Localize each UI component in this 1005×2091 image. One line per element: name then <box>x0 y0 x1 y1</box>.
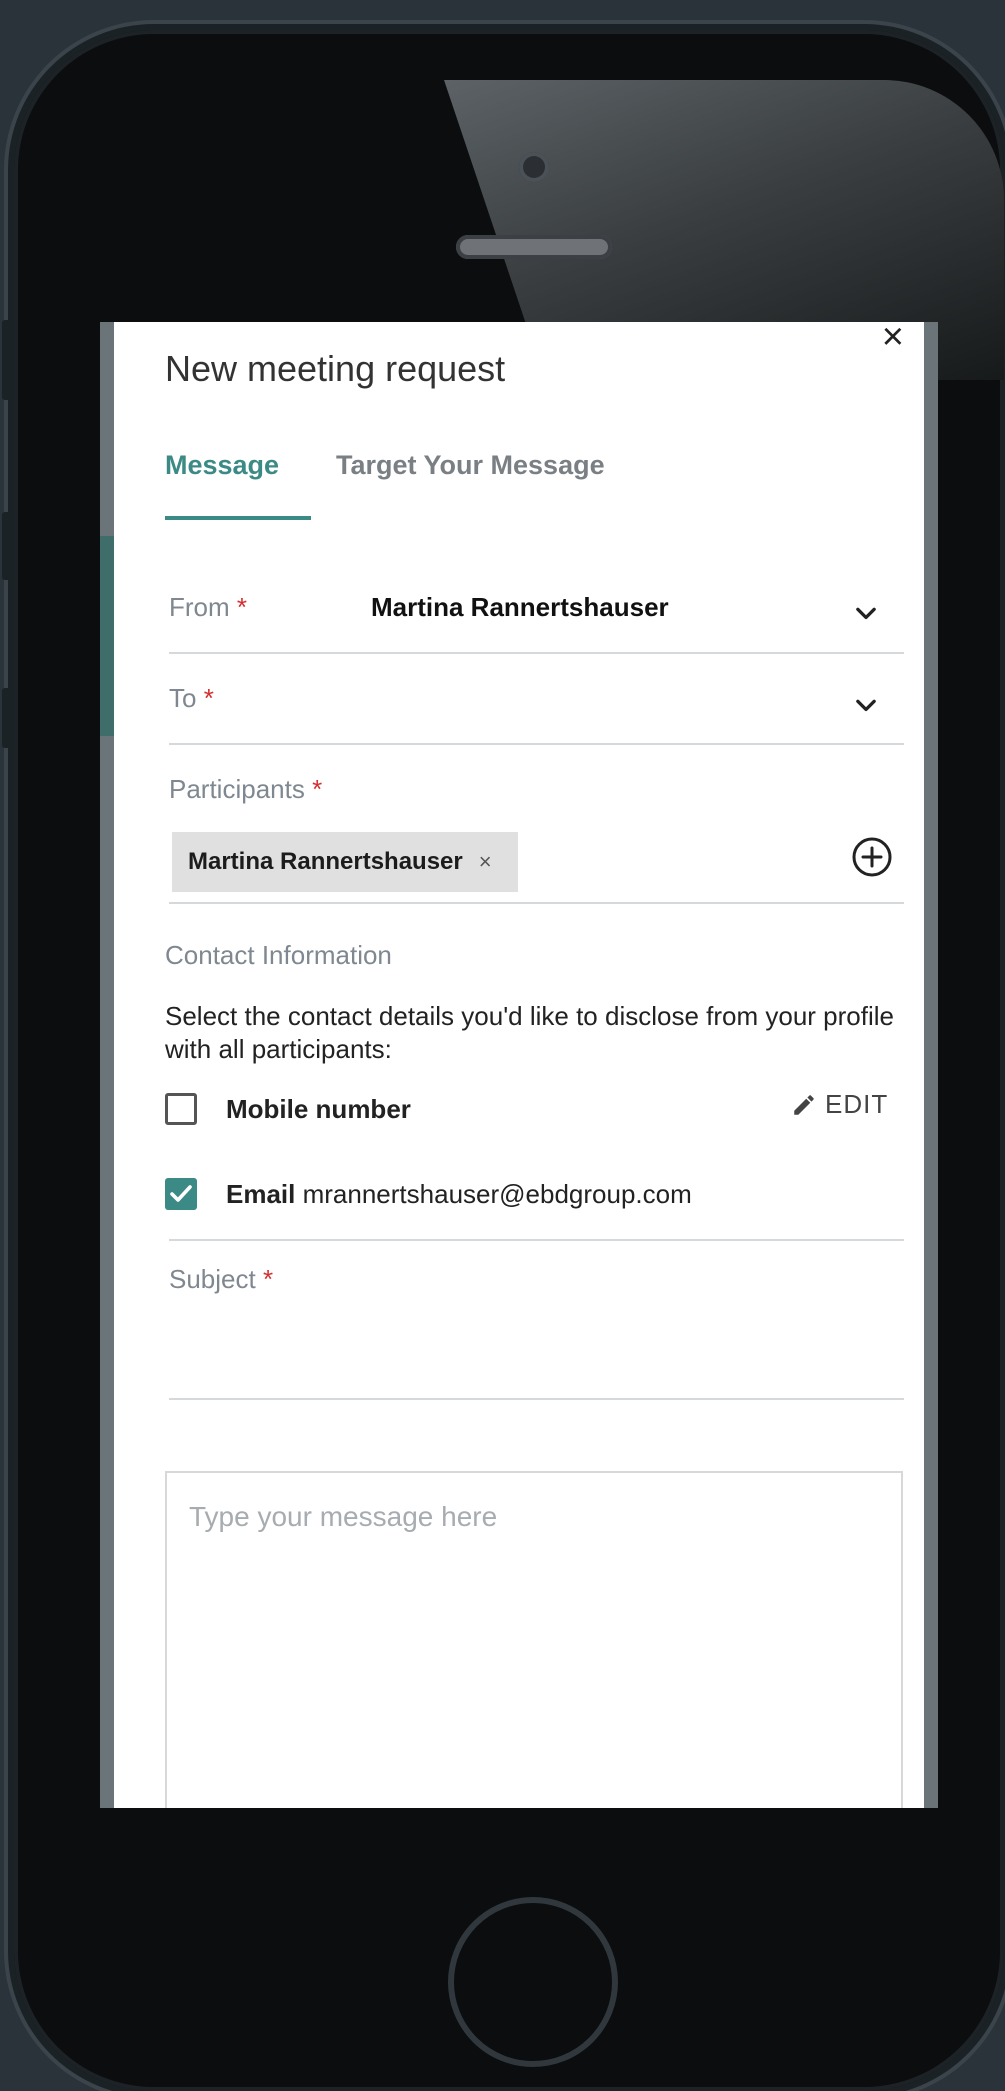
required-mark: * <box>262 1264 274 1294</box>
mobile-label-text: Mobile number <box>226 1094 411 1124</box>
add-participant-icon[interactable] <box>850 835 894 879</box>
tab-target-your-message[interactable]: Target Your Message <box>336 450 605 481</box>
front-camera <box>519 152 549 182</box>
email-label: Email mrannertshauser@ebdgroup.com <box>226 1179 692 1210</box>
required-mark: * <box>236 592 248 622</box>
contact-section-title: Contact Information <box>165 940 392 970</box>
edit-label: EDIT <box>825 1089 889 1119</box>
mobile-checkbox[interactable] <box>165 1093 197 1125</box>
subject-divider <box>169 1398 904 1400</box>
edit-button[interactable]: EDIT <box>791 1089 888 1120</box>
chip-label: Martina Rannertshauser <box>188 848 463 875</box>
chip-remove-button[interactable]: × <box>479 849 492 875</box>
volume-down-button <box>2 688 14 748</box>
earpiece-speaker <box>456 235 612 259</box>
participants-divider <box>169 902 904 904</box>
app-screen: × New meeting request Message Target You… <box>100 322 938 1808</box>
background-edge-right <box>924 322 938 1808</box>
home-button[interactable] <box>448 1897 618 2067</box>
subject-label-text: Subject <box>169 1264 256 1294</box>
from-label-text: From <box>169 592 230 622</box>
subject-input[interactable] <box>169 1302 908 1354</box>
participant-chip: Martina Rannertshauser × <box>172 832 518 892</box>
mobile-label: Mobile number <box>226 1094 411 1125</box>
to-divider <box>169 743 904 745</box>
participants-label-text: Participants <box>169 774 305 804</box>
participants-label: Participants * <box>169 774 322 805</box>
to-label-text: To <box>169 683 197 713</box>
pencil-icon <box>794 1094 814 1115</box>
subject-label: Subject * <box>169 1264 273 1295</box>
message-box <box>165 1471 903 1808</box>
from-value: Martina Rannertshauser <box>371 592 669 622</box>
email-label-text: Email <box>226 1179 296 1209</box>
contact-divider <box>169 1239 904 1241</box>
chevron-down-icon[interactable] <box>852 692 880 720</box>
dialog: × New meeting request Message Target You… <box>114 322 924 1808</box>
background-accent <box>100 536 114 736</box>
checkmark-icon <box>170 1185 192 1202</box>
email-checkbox[interactable] <box>165 1178 197 1210</box>
message-textarea[interactable] <box>167 1473 901 1808</box>
to-label: To * <box>169 683 214 714</box>
contact-description: Select the contact details you'd like to… <box>165 1001 894 1064</box>
from-label: From * <box>169 592 247 623</box>
from-divider <box>169 652 904 654</box>
dialog-title: New meeting request <box>165 348 506 389</box>
close-button[interactable]: × <box>882 322 904 356</box>
required-mark: * <box>312 774 323 804</box>
mute-switch <box>2 320 14 400</box>
chevron-down-icon[interactable] <box>852 600 880 628</box>
tab-message[interactable]: Message <box>165 450 279 481</box>
email-value: mrannertshauser@ebdgroup.com <box>302 1179 692 1209</box>
active-tab-indicator <box>165 516 311 520</box>
required-mark: * <box>203 683 214 713</box>
volume-up-button <box>2 512 14 580</box>
